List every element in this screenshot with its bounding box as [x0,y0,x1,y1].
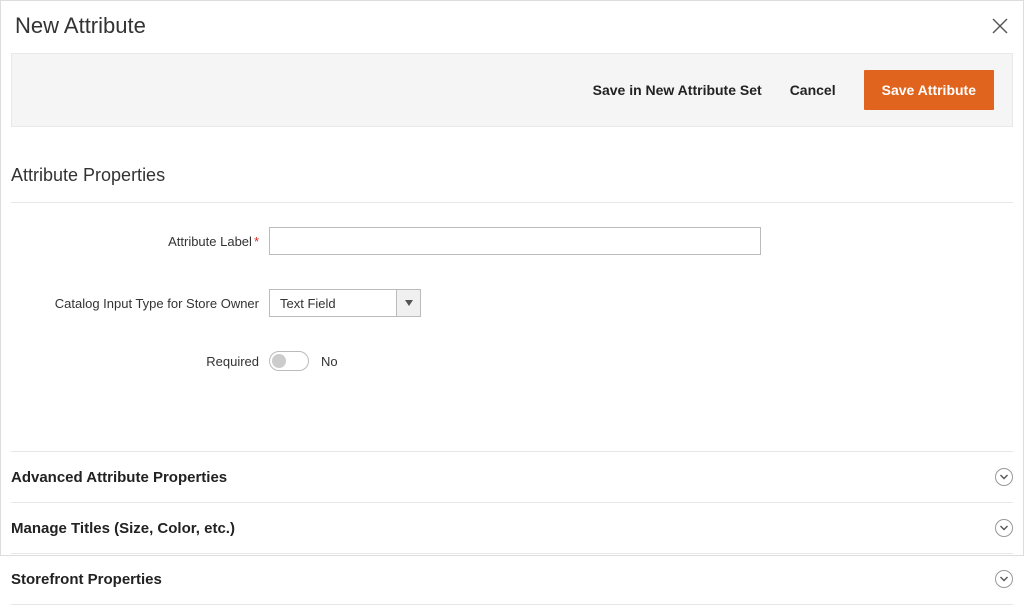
save-in-attribute-set-button[interactable]: Save in New Attribute Set [593,82,762,98]
collapsible-title: Storefront Properties [11,571,162,588]
collapsible-title: Manage Titles (Size, Color, etc.) [11,520,235,537]
save-attribute-button[interactable]: Save Attribute [864,70,994,110]
chevron-down-icon [995,519,1013,537]
input-type-value: Text Field [270,290,396,316]
section-title-attribute-properties: Attribute Properties [11,165,1013,186]
action-bar: Save in New Attribute Set Cancel Save At… [11,53,1013,127]
attribute-label-input[interactable] [269,227,761,255]
collapsible-title: Advanced Attribute Properties [11,469,227,486]
input-type-select[interactable]: Text Field [269,289,421,317]
input-type-label: Catalog Input Type for Store Owner [11,296,269,311]
required-toggle[interactable] [269,351,309,371]
cancel-button[interactable]: Cancel [790,82,836,98]
required-value: No [321,354,338,369]
chevron-down-icon [995,570,1013,588]
attribute-label-label: Attribute Label* [11,234,269,249]
page-title: New Attribute [15,13,146,39]
chevron-down-icon [396,290,420,316]
collapsible-advanced-attribute-properties[interactable]: Advanced Attribute Properties [11,451,1013,503]
required-label: Required [11,354,269,369]
collapsible-manage-titles[interactable]: Manage Titles (Size, Color, etc.) [11,503,1013,554]
collapsible-storefront-properties[interactable]: Storefront Properties [11,554,1013,605]
chevron-down-icon [995,468,1013,486]
close-icon[interactable] [991,17,1009,35]
